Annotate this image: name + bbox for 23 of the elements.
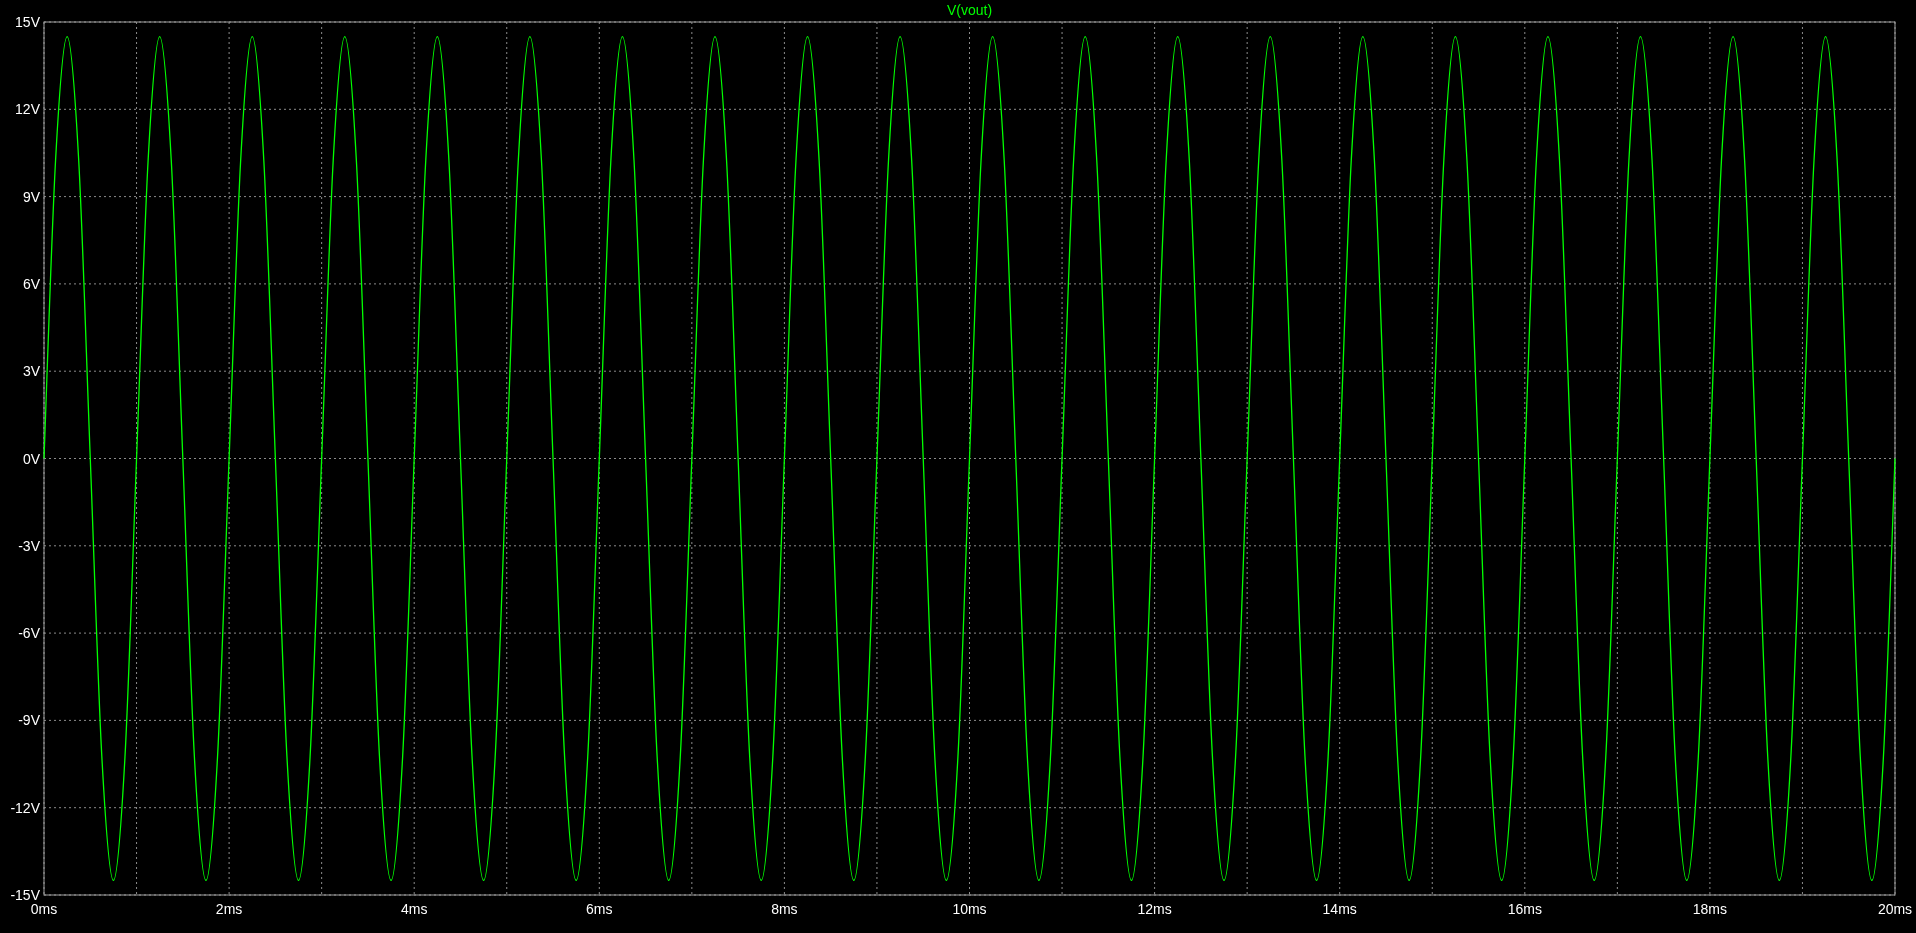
axis-tick-label: -9V <box>18 712 40 729</box>
axis-tick-label: 10ms <box>952 901 987 917</box>
axis-tick-label: 16ms <box>1507 901 1542 917</box>
axis-tick-label: -12V <box>10 799 40 816</box>
axis-tick-label: 18ms <box>1692 901 1727 917</box>
axis-tick-label: 2ms <box>215 901 243 917</box>
axis-tick-label: 3V <box>22 363 40 380</box>
axis-tick-label: -15V <box>10 887 40 903</box>
axis-tick-label: 12ms <box>1137 901 1172 917</box>
axis-tick-label: 4ms <box>400 901 428 917</box>
axis-tick-label: 0V <box>22 450 40 467</box>
trace-label: V(vout) <box>946 2 993 18</box>
axis-tick-label: 20ms <box>1877 901 1913 917</box>
axis-tick-label: 6ms <box>586 901 613 917</box>
axis-tick-label: 0ms <box>30 901 58 917</box>
axis-tick-label: -6V <box>18 625 40 642</box>
axis-tick-label: 12V <box>15 101 40 118</box>
axis-tick-label: 8ms <box>771 901 798 917</box>
axis-tick-label: 14ms <box>1322 901 1357 917</box>
axis-tick-label: 9V <box>22 188 40 205</box>
axis-tick-label: 15V <box>15 14 40 30</box>
axis-tick-label: 6V <box>22 275 40 292</box>
axis-tick-label: -3V <box>18 537 40 554</box>
